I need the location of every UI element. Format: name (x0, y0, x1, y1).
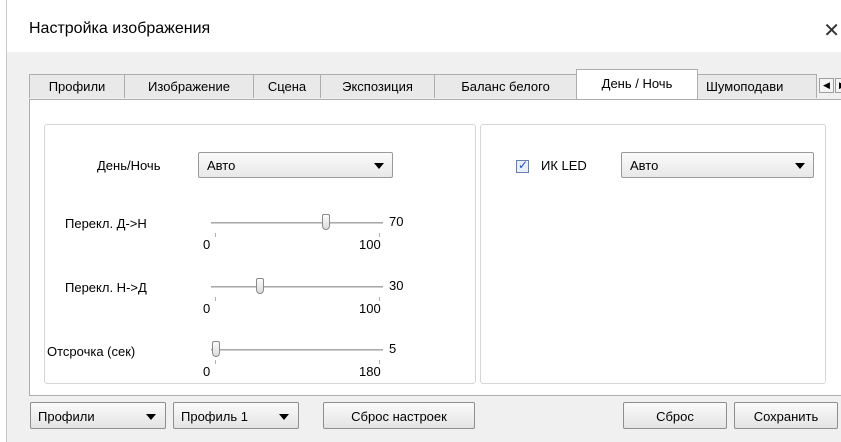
slider-min-label: 0 (203, 237, 211, 252)
slider-tick-min (215, 233, 216, 237)
profile-select-value: Профиль 1 (181, 409, 248, 424)
tab-white-balance[interactable]: Баланс белого (434, 74, 577, 98)
ir-led-group: ✓ ИК LED Авто (480, 124, 826, 384)
slider-track (211, 286, 383, 288)
slider-value: 5 (389, 341, 397, 356)
slider-label-delay: Отсрочка (сек) (47, 344, 136, 359)
ir-led-mode-value: Авто (630, 158, 659, 173)
ir-led-mode-select[interactable]: Авто (621, 152, 814, 178)
slider-min-label: 0 (203, 364, 211, 379)
day-night-group: День/Ночь Авто Перекл. Д->Н 0 100 70 Пер… (44, 124, 476, 384)
day-to-night-slider[interactable]: 0 100 70 (203, 209, 404, 252)
reset-settings-label: Сброс настроек (351, 409, 447, 424)
tab-bar: Профили Изображение Сцена Экспозиция Бал… (29, 69, 841, 100)
night-to-day-slider[interactable]: 0 100 30 (203, 273, 404, 316)
save-label: Сохранить (753, 409, 819, 424)
profile-select[interactable]: Профиль 1 (173, 402, 299, 429)
slider-value: 30 (389, 278, 404, 293)
slider-thumb[interactable] (321, 214, 330, 230)
ir-led-checkbox[interactable]: ✓ (516, 158, 529, 173)
reset-label: Сброс (656, 409, 694, 424)
checkmark-icon: ✓ (518, 158, 529, 172)
tab-scroll-left-icon[interactable]: ◀ (819, 78, 834, 93)
titlebar: Настройка изображения ✕ (7, 0, 841, 52)
slider-tick-min (215, 297, 216, 301)
ir-led-label: ИК LED (541, 158, 587, 173)
chevron-down-icon (374, 163, 384, 169)
save-button[interactable]: Сохранить (734, 402, 838, 429)
slider-max-label: 180 (359, 364, 381, 379)
profiles-select-value: Профили (38, 409, 95, 424)
chevron-down-icon (146, 414, 156, 420)
slider-max-label: 100 (359, 237, 381, 252)
chevron-down-icon (795, 163, 805, 169)
reset-button[interactable]: Сброс (623, 402, 727, 429)
tab-image[interactable]: Изображение (124, 74, 254, 98)
tab-content-panel: День/Ночь Авто Перекл. Д->Н 0 100 70 Пер… (29, 99, 841, 396)
slider-tick-min (215, 360, 216, 364)
slider-value: 70 (389, 214, 404, 229)
slider-min-label: 0 (203, 301, 211, 316)
tab-profiles[interactable]: Профили (29, 74, 125, 98)
slider-max-label: 100 (359, 301, 381, 316)
slider-thumb[interactable] (211, 341, 220, 357)
tab-scroll-right-icon[interactable]: ▶ (835, 78, 841, 93)
delay-slider[interactable]: 0 180 5 (203, 336, 403, 379)
slider-track (211, 222, 383, 224)
dialog-title: Настройка изображения (29, 20, 211, 37)
slider-thumb[interactable] (256, 278, 265, 294)
profiles-select[interactable]: Профили (30, 402, 166, 429)
slider-track (211, 349, 383, 351)
tab-scene[interactable]: Сцена (253, 74, 321, 98)
tab-day-night[interactable]: День / Ночь (576, 69, 698, 99)
day-night-label: День/Ночь (97, 158, 161, 173)
image-settings-dialog: Настройка изображения ✕ Профили Изображе… (6, 0, 841, 442)
tab-exposure[interactable]: Экспозиция (320, 74, 435, 98)
day-night-mode-value: Авто (207, 158, 236, 173)
close-icon[interactable]: ✕ (823, 18, 840, 43)
day-night-mode-select[interactable]: Авто (198, 152, 393, 178)
slider-label-night-to-day: Перекл. Н->Д (65, 280, 147, 295)
chevron-down-icon (279, 414, 289, 420)
slider-label-day-to-night: Перекл. Д->Н (65, 216, 147, 231)
reset-settings-button[interactable]: Сброс настроек (323, 402, 475, 429)
tab-noise-reduction[interactable]: Шумоподави (697, 74, 817, 98)
